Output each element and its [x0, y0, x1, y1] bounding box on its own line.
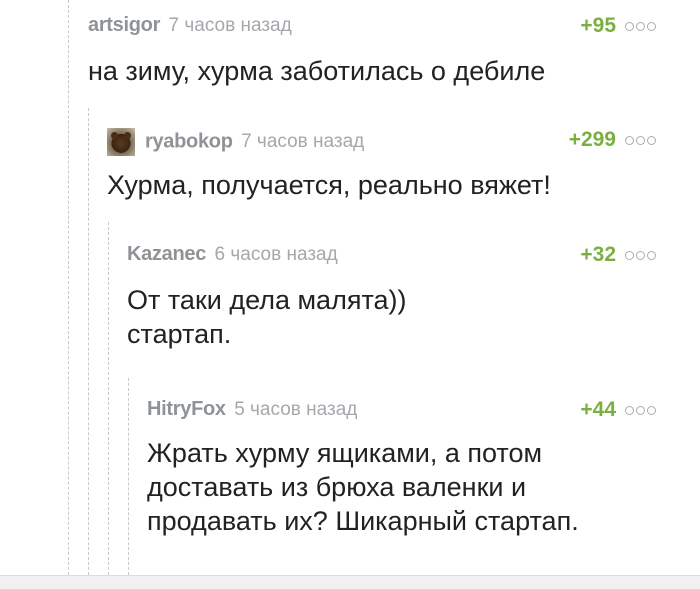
- comment: Kazanec 6 часов назад +32 От таки дела м…: [127, 243, 656, 351]
- thread-line-level-4: [128, 378, 129, 575]
- thread-line-level-2: [88, 108, 89, 575]
- comment-time: 7 часов назад: [168, 14, 292, 36]
- page-bottom-edge: [0, 575, 700, 589]
- more-options-icon[interactable]: [625, 406, 656, 415]
- comment-header: artsigor 7 часов назад +95: [88, 14, 656, 44]
- more-options-icon[interactable]: [625, 251, 656, 260]
- comment-text: на зиму, хурма заботилась о дебиле: [88, 56, 546, 86]
- comment-header: HitryFox 5 часов назад +44: [147, 398, 656, 428]
- more-options-icon[interactable]: [625, 22, 656, 31]
- comment-author[interactable]: Kazanec: [127, 243, 206, 265]
- comment: artsigor 7 часов назад +95 на зиму, хурм…: [88, 14, 656, 88]
- comment: HitryFox 5 часов назад +44 Жрать хурму я…: [147, 398, 656, 538]
- thread-line-level-3: [108, 222, 109, 575]
- user-avatar[interactable]: [107, 128, 135, 156]
- comment-author[interactable]: ryabokop: [145, 131, 233, 153]
- thread-line-level-1: [68, 0, 69, 575]
- comment-header: ryabokop 7 часов назад +299: [107, 128, 656, 158]
- comment-author[interactable]: artsigor: [88, 14, 160, 36]
- comment-time: 7 часов назад: [241, 131, 365, 152]
- comment-text: Жрать хурму ящиками, а потом доставать и…: [147, 438, 579, 536]
- comment-time: 5 часов назад: [234, 398, 358, 420]
- more-options-icon[interactable]: [625, 136, 656, 145]
- comment-text: От таки дела малята)) стартап.: [127, 285, 407, 349]
- comment-rating: +32: [580, 243, 616, 266]
- comment-header: Kazanec 6 часов назад +32: [127, 243, 656, 273]
- comment-rating: +95: [580, 14, 616, 37]
- comment-author[interactable]: HitryFox: [147, 398, 226, 420]
- comment-rating: +44: [580, 398, 616, 421]
- comment-time: 6 часов назад: [214, 243, 338, 265]
- comment-text: Хурма, получается, реально вяжет!: [107, 170, 551, 200]
- comment: ryabokop 7 часов назад +299 Хурма, получ…: [107, 128, 656, 202]
- comment-rating: +299: [568, 128, 616, 151]
